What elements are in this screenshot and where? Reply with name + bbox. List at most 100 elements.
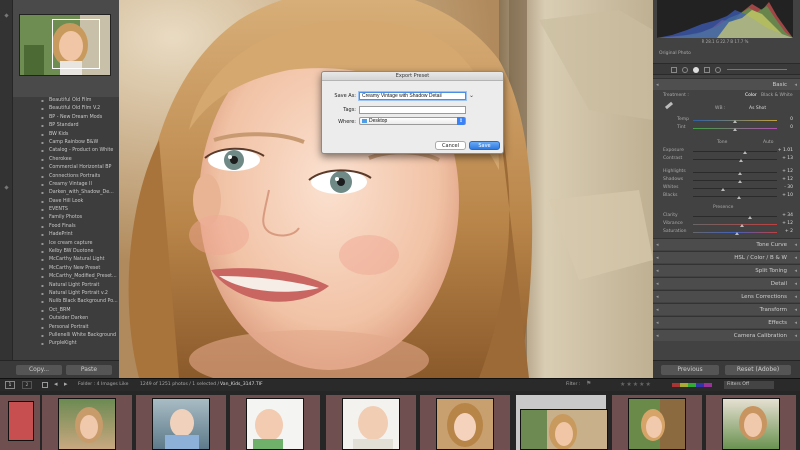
filename-text[interactable]: Van_Kids_3147.TIF [220,382,263,387]
preset-item[interactable]: Dave Hill Look [13,198,119,206]
main-photo[interactable] [119,0,653,378]
preset-item[interactable]: Beautiful Old Film [13,97,119,105]
saturation-value[interactable]: + 2 [777,229,793,234]
filmstrip-thumbnail[interactable] [436,398,494,450]
contrast-value[interactable]: + 13 [777,156,793,161]
filmstrip-cell-selected[interactable] [516,395,608,450]
preset-item[interactable]: Pullenelli White Background [13,332,119,340]
paste-button[interactable]: Paste [66,365,112,375]
preset-item[interactable]: HadePrint [13,231,119,239]
radial-filter-icon[interactable] [715,67,721,73]
detail-panel-header[interactable]: Detail [653,277,800,290]
lens-corrections-panel-header[interactable]: Lens Corrections [653,290,800,303]
tint-slider-knob[interactable] [733,128,737,131]
navigator-frame[interactable] [52,19,100,69]
source-text[interactable]: Folder : 4 Images Like [78,382,128,387]
saturation-slider-knob[interactable] [735,232,739,235]
whites-slider-knob[interactable] [721,188,725,191]
filmstrip-thumbnail[interactable] [58,398,116,450]
left-panel-toggle-icon[interactable] [4,185,9,190]
clarity-value[interactable]: + 34 [777,213,793,218]
basic-panel-header[interactable]: Basic [653,78,800,91]
highlights-slider-knob[interactable] [738,172,742,175]
save-as-field[interactable]: Creamy Vintage with Shadow Detail [359,92,466,100]
save-button[interactable]: Save [469,141,500,150]
vibrance-slider-knob[interactable] [740,224,744,227]
preset-item[interactable]: McCarthy Natural Light [13,256,119,264]
preset-item[interactable]: PurpleKight [13,340,119,348]
filmstrip-cell[interactable] [42,395,132,450]
filmstrip-cell[interactable] [612,395,702,450]
spot-removal-icon[interactable] [682,67,688,73]
treatment-color-option[interactable]: Color [745,93,757,98]
filmstrip-thumbnail[interactable] [628,398,686,450]
preset-item[interactable]: Kelby BW Duotone [13,248,119,256]
contrast-slider[interactable] [693,159,777,160]
preset-item[interactable]: McCarthy New Preset [13,265,119,273]
shadows-slider[interactable] [693,180,777,181]
preset-item[interactable]: Camp Rainbow B&W [13,139,119,147]
effects-panel-header[interactable]: Effects [653,316,800,329]
filmstrip-thumbnail[interactable] [152,398,210,450]
star-rating-filter[interactable]: ★★★★★ [620,381,652,388]
cancel-button[interactable]: Cancel [435,141,466,150]
filmstrip-cell[interactable] [136,395,226,450]
shadows-value[interactable]: + 12 [777,177,793,182]
eyedropper-icon[interactable] [664,101,674,110]
temp-value[interactable]: 0 [777,117,793,122]
save-as-dropdown-icon[interactable]: ⌄ [469,92,474,99]
preset-item[interactable]: BP Standard [13,122,119,130]
treatment-bw-option[interactable]: Black & White [761,93,793,98]
filmstrip-thumbnail-selected[interactable] [520,409,608,450]
preset-item[interactable]: Beautiful Old Film V.2 [13,105,119,113]
filter-preset-select[interactable]: Filters Off [724,381,774,389]
vibrance-slider[interactable] [693,224,777,225]
preset-item[interactable]: Cherokee [13,156,119,164]
blacks-slider-knob[interactable] [737,196,741,199]
filmstrip-cell[interactable] [420,395,510,450]
blacks-value[interactable]: + 10 [777,193,793,198]
preset-item[interactable]: Natural Light Portrait [13,282,119,290]
hsl-panel-header[interactable]: HSL / Color / B & W [653,251,800,264]
navigator-preview[interactable] [19,14,111,76]
highlights-slider[interactable] [693,172,777,173]
graduated-filter-icon[interactable] [704,67,710,73]
preset-item[interactable]: Darken_with_Shadow_De... [13,189,119,197]
preset-item[interactable]: Oct_BRM [13,307,119,315]
filmstrip-thumbnail[interactable] [342,398,400,450]
preset-item[interactable]: BP - New Dream Mods [13,114,119,122]
camera-calibration-panel-header[interactable]: Camera Calibration [653,329,800,342]
filmstrip-thumbnail[interactable] [246,398,304,450]
red-eye-icon[interactable] [693,67,699,73]
preset-item[interactable]: Personal Portrait [13,324,119,332]
page-1-button[interactable]: 1 [5,381,15,389]
preset-item[interactable]: Nulib Black Background Po... [13,298,119,306]
preset-item[interactable]: Commercial Horizontal BP [13,164,119,172]
split-toning-panel-header[interactable]: Split Toning [653,264,800,277]
tags-field[interactable] [359,106,466,114]
transform-panel-header[interactable]: Transform [653,303,800,316]
flag-filter-icon[interactable]: ⚑ [586,380,591,387]
filmstrip-cell[interactable] [230,395,320,450]
preset-item[interactable]: Catalog - Product on White [13,147,119,155]
forward-arrow-icon[interactable]: ▸ [64,380,68,388]
preset-item[interactable]: Outsider Darken [13,315,119,323]
reset-button[interactable]: Reset (Adobe) [725,365,791,375]
exposure-slider[interactable] [693,151,777,152]
blacks-slider[interactable] [693,196,777,197]
filmstrip-thumbnail[interactable] [722,398,780,450]
vibrance-value[interactable]: + 12 [777,221,793,226]
preset-item[interactable]: Connections Portraits [13,173,119,181]
auto-tone-button[interactable]: Auto [763,140,773,145]
copy-button[interactable]: Copy... [16,365,62,375]
wb-value[interactable]: As Shot [749,106,766,111]
clarity-slider[interactable] [693,216,777,217]
filmstrip-cell[interactable] [0,395,40,450]
preset-item[interactable]: BW Kids [13,131,119,139]
clarity-slider-knob[interactable] [748,216,752,219]
back-arrow-icon[interactable]: ◂ [54,380,58,388]
color-label-filter[interactable] [672,383,712,387]
preset-item[interactable]: Creamy Vintage II [13,181,119,189]
whites-slider[interactable] [693,188,777,189]
filmstrip-cell[interactable] [326,395,416,450]
